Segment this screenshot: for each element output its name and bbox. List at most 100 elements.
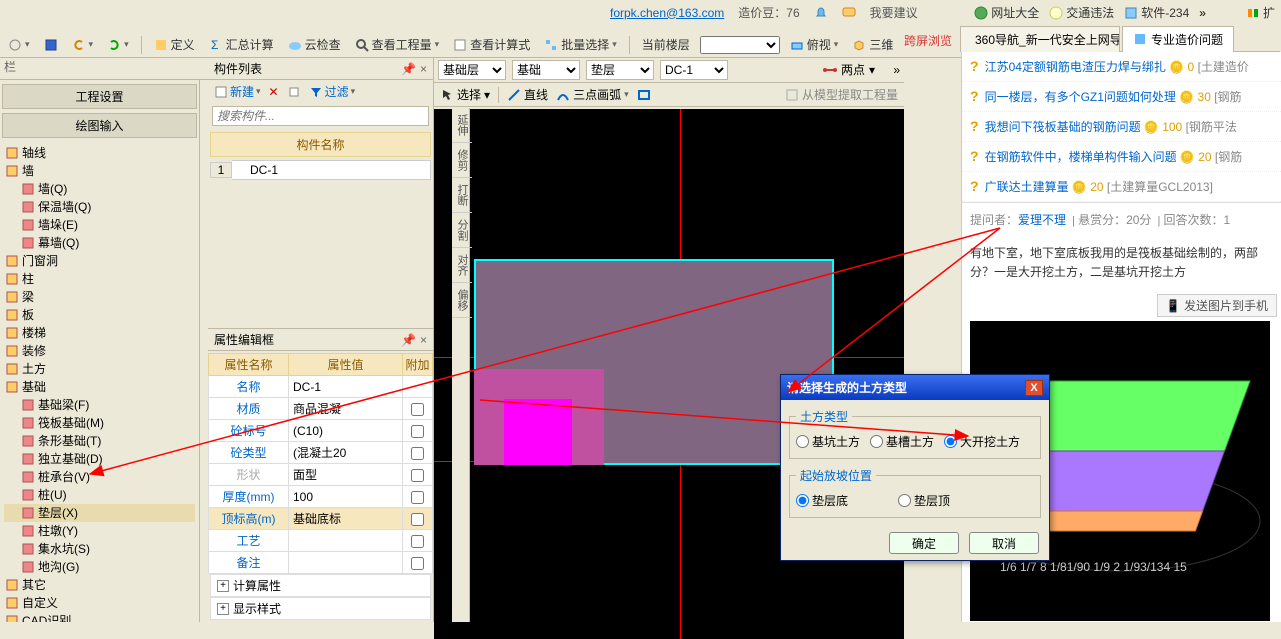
tree-item[interactable]: 自定义: [4, 594, 195, 612]
vtool-btn[interactable]: 偏移: [452, 283, 472, 318]
section-project[interactable]: 工程设置: [2, 84, 197, 109]
tree-item[interactable]: 幕墙(Q): [4, 234, 195, 252]
close-icon[interactable]: ×: [420, 333, 427, 347]
pin-icon[interactable]: 📌: [401, 62, 416, 76]
tree-item[interactable]: 装修: [4, 342, 195, 360]
sumcalc-btn[interactable]: Σ汇总计算: [205, 34, 278, 55]
prop-row[interactable]: 材质商品混凝: [209, 398, 433, 420]
send-pic-btn[interactable]: 📱 发送图片到手机: [1157, 294, 1277, 317]
nav-soft[interactable]: 软件-234: [1124, 4, 1189, 21]
prop-check[interactable]: [411, 491, 424, 504]
tree-item[interactable]: 基础: [4, 378, 195, 396]
copy-btn[interactable]: [287, 84, 301, 99]
email-link[interactable]: forpk.chen@163.com: [610, 6, 724, 20]
pin-icon[interactable]: 📌: [401, 333, 416, 347]
prop-check[interactable]: [411, 469, 424, 482]
two-point-tool[interactable]: 两点▾: [820, 58, 900, 81]
prop-row[interactable]: 厚度(mm)100: [209, 486, 433, 508]
browser-tab-active[interactable]: 专业造价问题: [1122, 26, 1234, 52]
qa-link[interactable]: 江苏04定额钢筋电渣压力焊与绑扎: [985, 60, 1166, 74]
prop-row[interactable]: 名称DC-1: [209, 376, 433, 398]
sel-cat[interactable]: 基础: [512, 60, 580, 80]
qa-item[interactable]: ?江苏04定额钢筋电渣压力焊与绑扎 🪙 0 [土建造价: [962, 52, 1281, 82]
tree-item[interactable]: 桩承台(V): [4, 468, 195, 486]
nav-more[interactable]: »: [1199, 6, 1206, 20]
undo-btn[interactable]: [68, 36, 98, 54]
prop-check[interactable]: [411, 557, 424, 570]
asker-link[interactable]: 爱理不理: [1018, 213, 1066, 227]
prop-row[interactable]: 顶标高(m)基础底标: [209, 508, 433, 530]
cloudcheck-btn[interactable]: 云检查: [284, 34, 345, 55]
expand-disp[interactable]: +显示样式: [210, 597, 431, 620]
select-tool[interactable]: 选择 ▾: [440, 86, 490, 103]
qa-link[interactable]: 广联达土建算量: [985, 180, 1069, 194]
tree-item[interactable]: 门窗洞: [4, 252, 195, 270]
dd-1[interactable]: [4, 36, 34, 54]
grid-row[interactable]: 1DC-1: [210, 160, 431, 180]
qa-link[interactable]: 我想问下筏板基础的钢筋问题: [985, 120, 1141, 134]
section-draw[interactable]: 绘图输入: [2, 113, 197, 138]
prop-check[interactable]: [411, 425, 424, 438]
save-btn[interactable]: [40, 36, 62, 54]
3d-btn[interactable]: 三维: [848, 34, 897, 55]
tree-item[interactable]: 基础梁(F): [4, 396, 195, 414]
sel-layer[interactable]: 基础层: [438, 60, 506, 80]
dialog-titlebar[interactable]: 请选择生成的土方类型 X: [781, 375, 1049, 400]
prop-row[interactable]: 形状面型: [209, 464, 433, 486]
tree-item[interactable]: 条形基础(T): [4, 432, 195, 450]
tree-item[interactable]: 梁: [4, 288, 195, 306]
tree-item[interactable]: 集水坑(S): [4, 540, 195, 558]
tree-item[interactable]: 桩(U): [4, 486, 195, 504]
define-btn[interactable]: 定义: [150, 34, 199, 55]
tree-item[interactable]: 墙(Q): [4, 180, 195, 198]
cross-screen-link[interactable]: 跨屏浏览: [904, 32, 952, 49]
tree-item[interactable]: 筏板基础(M): [4, 414, 195, 432]
vtool-btn[interactable]: 分割: [452, 213, 472, 248]
qa-link[interactable]: 在钢筋软件中，楼梯单构件输入问题: [985, 150, 1177, 164]
close-icon[interactable]: ×: [420, 62, 427, 76]
tree-item[interactable]: 墙: [4, 162, 195, 180]
qa-item[interactable]: ?我想问下筏板基础的钢筋问题 🪙 100 [钢筋平法: [962, 112, 1281, 142]
tree-item[interactable]: 板: [4, 306, 195, 324]
viewqty-btn[interactable]: 查看工程量: [351, 34, 444, 55]
prop-row[interactable]: 工艺: [209, 530, 433, 552]
nav-traffic[interactable]: 交通违法: [1049, 4, 1114, 21]
tree-item[interactable]: 墙垛(E): [4, 216, 195, 234]
suggest-link[interactable]: 我要建议: [870, 4, 918, 21]
vtool-btn[interactable]: 打断: [452, 178, 472, 213]
prop-check[interactable]: [411, 447, 424, 460]
prop-check[interactable]: [411, 535, 424, 548]
radio-bigdig[interactable]: 大开挖土方: [944, 433, 1020, 450]
prop-row[interactable]: 砼标号(C10): [209, 420, 433, 442]
bell-icon[interactable]: [814, 6, 828, 20]
viewexpr-btn[interactable]: 查看计算式: [449, 34, 534, 55]
nav-ext[interactable]: 扩: [1246, 4, 1275, 21]
tree-item[interactable]: 垫层(X): [4, 504, 195, 522]
nav-sitedir[interactable]: 网址大全: [974, 4, 1039, 21]
prop-row[interactable]: 砼类型(混凝土20: [209, 442, 433, 464]
arc-tool[interactable]: 三点画弧: [556, 86, 629, 103]
sel-comp[interactable]: DC-1: [660, 60, 728, 80]
tree-item[interactable]: 其它: [4, 576, 195, 594]
cancel-button[interactable]: 取消: [969, 532, 1039, 554]
qa-item[interactable]: ?同一楼层，有多个GZ1问题如何处理 🪙 30 [钢筋: [962, 82, 1281, 112]
expand-calc[interactable]: +计算属性: [210, 574, 431, 597]
delete-btn[interactable]: ✕: [269, 85, 279, 99]
region-magenta[interactable]: [504, 399, 572, 465]
floor-select[interactable]: [700, 36, 780, 54]
redo-btn[interactable]: [103, 36, 133, 54]
sel-type[interactable]: 垫层: [586, 60, 654, 80]
vtool-btn[interactable]: 对齐: [452, 248, 472, 283]
search-input[interactable]: [212, 106, 429, 126]
tree-item[interactable]: 保温墙(Q): [4, 198, 195, 216]
batchsel-btn[interactable]: 批量选择: [540, 34, 621, 55]
qa-item[interactable]: ?广联达土建算量 🪙 20 [土建算量GCL2013]: [962, 172, 1281, 202]
radio-pit[interactable]: 基坑土方: [796, 433, 860, 450]
tree-item[interactable]: 独立基础(D): [4, 450, 195, 468]
filter-btn[interactable]: 过滤: [309, 83, 356, 100]
qa-link[interactable]: 同一楼层，有多个GZ1问题如何处理: [985, 90, 1176, 104]
browser-tab[interactable]: 360导航_新一代安全上网导航×: [960, 26, 1120, 52]
topview-btn[interactable]: 俯视: [786, 34, 843, 55]
ok-button[interactable]: 确定: [889, 532, 959, 554]
vtool-btn[interactable]: 延伸: [452, 108, 472, 143]
